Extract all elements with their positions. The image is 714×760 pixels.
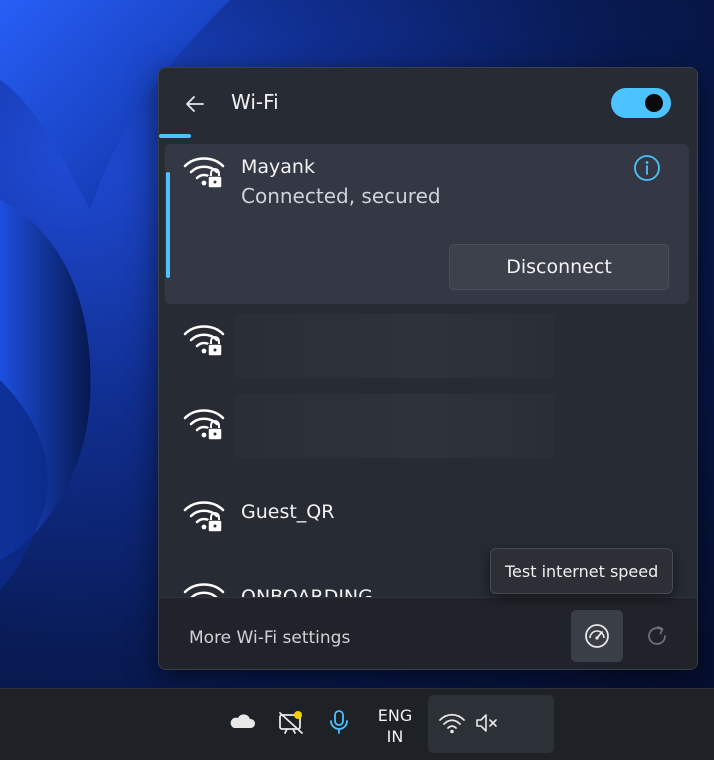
wifi-secured-icon [183, 583, 225, 597]
onedrive-icon[interactable] [228, 707, 258, 737]
wifi-secured-icon [183, 501, 225, 533]
refresh-icon[interactable] [643, 622, 671, 650]
header-accent-bar [159, 134, 191, 138]
speedometer-icon [585, 624, 609, 648]
network-status: Connected, secured [241, 184, 441, 208]
network-item[interactable] [165, 310, 689, 390]
network-name: Guest_QR [241, 501, 335, 523]
toggle-knob [645, 94, 663, 112]
test-speed-button[interactable] [571, 610, 623, 662]
selection-indicator [166, 172, 170, 278]
microphone-icon[interactable] [324, 707, 354, 737]
volume-muted-icon [476, 714, 497, 732]
network-list: Mayank Connected, secured Disconnect Gue… [159, 144, 697, 597]
network-item-connected[interactable]: Mayank Connected, secured Disconnect [165, 144, 689, 304]
display-notification-icon[interactable] [276, 707, 306, 737]
wifi-secured-icon [183, 157, 225, 189]
wifi-icon [439, 713, 465, 734]
language-code: ENG [377, 706, 413, 725]
hidden-network-name [235, 314, 555, 378]
flyout-header: Wi-Fi [159, 68, 697, 144]
arrow-left-icon[interactable] [183, 92, 207, 116]
wifi-secured-icon [183, 325, 225, 357]
speed-test-tooltip: Test internet speed [490, 548, 673, 594]
flyout-title: Wi-Fi [231, 90, 279, 114]
wifi-toggle[interactable] [611, 88, 671, 118]
disconnect-button[interactable]: Disconnect [449, 244, 669, 290]
info-icon[interactable] [633, 154, 661, 182]
flyout-footer: More Wi-Fi settings [159, 597, 697, 669]
language-region: IN [386, 727, 404, 746]
more-wifi-settings-link[interactable]: More Wi-Fi settings [189, 628, 350, 648]
network-name: ONBOARDING [241, 586, 373, 597]
tooltip-text: Test internet speed [505, 562, 659, 581]
network-name: Mayank [241, 156, 315, 178]
network-item[interactable] [165, 394, 689, 474]
wifi-secured-icon [183, 409, 225, 441]
taskbar: ENG IN [0, 688, 714, 760]
hidden-network-name [235, 394, 555, 458]
network-item-guest-qr[interactable]: Guest_QR [165, 476, 689, 556]
quick-settings-button[interactable] [428, 695, 554, 753]
language-indicator[interactable]: ENG IN [372, 705, 418, 747]
